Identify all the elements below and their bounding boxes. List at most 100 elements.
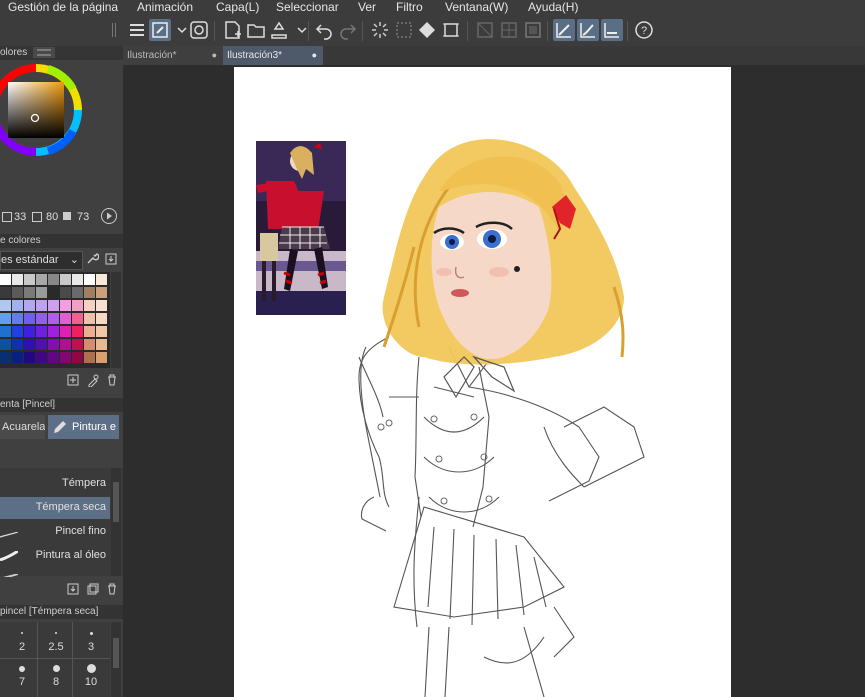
palette-swatch[interactable] [36,287,47,298]
palette-swatch[interactable] [84,287,95,298]
palette-swatch[interactable] [12,313,23,324]
palette-swatch[interactable] [72,300,83,311]
menu-animation[interactable]: Animación [137,0,193,14]
brush-item-partial[interactable] [0,569,110,577]
play-circle-icon[interactable] [101,208,117,224]
frame-icon[interactable] [522,19,544,41]
palette-swatch[interactable] [24,274,35,285]
palette-swatch[interactable] [12,300,23,311]
palette-swatch[interactable] [36,313,47,324]
palette-swatch[interactable] [60,300,71,311]
palette-swatch[interactable] [96,274,107,285]
color-slider-tab-icon[interactable] [33,47,55,58]
palette-swatch[interactable] [84,313,95,324]
loading-spinner-icon[interactable] [369,19,391,41]
tab-acuarela[interactable]: Acuarela [0,415,45,439]
palette-swatch[interactable] [12,287,23,298]
menu-help[interactable]: Ayuda(H) [528,0,578,14]
chevron-down-icon[interactable] [171,19,187,41]
tab-pintura[interactable]: Pintura e [48,415,119,439]
tab-ilustracion3[interactable]: Ilustración3* ● [223,46,323,65]
palette-swatch[interactable] [48,300,59,311]
hamburger-menu-icon[interactable] [126,19,148,41]
palette-swatch[interactable] [60,274,71,285]
brush-size-10[interactable]: 10 [74,660,108,694]
brush-size-scrollbar[interactable] [111,622,121,697]
unsaved-dot-icon[interactable]: ● [312,46,317,65]
palette-swatch[interactable] [48,274,59,285]
palette-swatch[interactable] [84,326,95,337]
palette-swatch[interactable] [36,326,47,337]
palette-swatch[interactable] [0,313,11,324]
unsaved-dot-icon[interactable]: ● [212,46,217,65]
ruler-off-icon[interactable] [474,19,496,41]
menu-page-management[interactable]: Gestión de la página [8,0,118,14]
palette-swatch[interactable] [84,300,95,311]
palette-swatch[interactable] [24,313,35,324]
add-color-icon[interactable] [66,373,80,387]
quick-access-icon[interactable] [149,19,171,41]
palette-swatch[interactable] [60,287,71,298]
palette-swatch[interactable] [0,274,11,285]
trash-icon[interactable] [105,373,119,387]
palette-swatch[interactable] [0,352,11,363]
palette-swatch[interactable] [36,352,47,363]
brush-size-2-5[interactable]: 2.5 [39,624,73,658]
color-palette-grid[interactable] [0,272,110,368]
palette-swatch[interactable] [60,313,71,324]
palette-swatch[interactable] [96,313,107,324]
palette-scrollbar[interactable] [111,272,121,368]
brush-size-7[interactable]: 7 [5,660,39,694]
stabilizer-1-icon[interactable] [553,19,575,41]
hue-value[interactable]: 33 [14,211,26,223]
palette-swatch[interactable] [48,313,59,324]
menu-select[interactable]: Seleccionar [276,0,339,14]
palette-swatch[interactable] [96,300,107,311]
palette-swatch[interactable] [24,300,35,311]
palette-swatch[interactable] [84,352,95,363]
tab-ilustracion[interactable]: Ilustración* ● [123,46,223,65]
toolbar-grip[interactable] [112,23,116,37]
palette-swatch[interactable] [60,352,71,363]
saturation-value[interactable]: 80 [46,211,58,223]
palette-swatch[interactable] [84,274,95,285]
wrench-icon[interactable] [85,252,100,266]
palette-swatch[interactable] [48,339,59,350]
menu-window[interactable]: Ventana(W) [445,0,508,14]
palette-swatch[interactable] [72,274,83,285]
brush-item-oleo[interactable]: Pintura al óleo [0,545,110,567]
drawing-canvas[interactable] [234,67,731,697]
palette-swatch[interactable] [48,352,59,363]
palette-swatch[interactable] [36,274,47,285]
brush-item-tempera-seca[interactable]: Témpera seca [0,497,110,519]
open-folder-icon[interactable] [245,19,267,41]
brush-item-pincel-fino[interactable]: Pincel fino [0,521,110,543]
chevron-down-icon[interactable] [291,19,307,41]
trash-icon[interactable] [105,582,119,596]
menu-layer[interactable]: Capa(L) [216,0,259,14]
palette-swatch[interactable] [72,313,83,324]
palette-swatch[interactable] [36,339,47,350]
color-wheel[interactable] [0,62,84,158]
palette-swatch[interactable] [24,287,35,298]
menu-filter[interactable]: Filtro [396,0,423,14]
palette-swatch[interactable] [48,326,59,337]
palette-swatch[interactable] [0,287,11,298]
palette-swatch[interactable] [36,300,47,311]
palette-swatch[interactable] [12,339,23,350]
import-icon[interactable] [104,252,118,266]
palette-swatch[interactable] [12,274,23,285]
duplicate-icon[interactable] [86,582,100,596]
brush-size-3[interactable]: 3 [74,624,108,658]
stabilizer-3-icon[interactable] [601,19,623,41]
palette-swatch[interactable] [96,352,107,363]
brush-item-tempera[interactable]: Témpera [0,473,110,495]
palette-swatch[interactable] [12,326,23,337]
palette-swatch[interactable] [24,352,35,363]
grid-icon[interactable] [498,19,520,41]
color-set-dropdown[interactable]: es estándar ⌄ [0,251,83,270]
help-icon[interactable]: ? [633,19,655,41]
value-value[interactable]: 73 [77,211,89,223]
palette-swatch[interactable] [0,339,11,350]
palette-swatch[interactable] [0,326,11,337]
